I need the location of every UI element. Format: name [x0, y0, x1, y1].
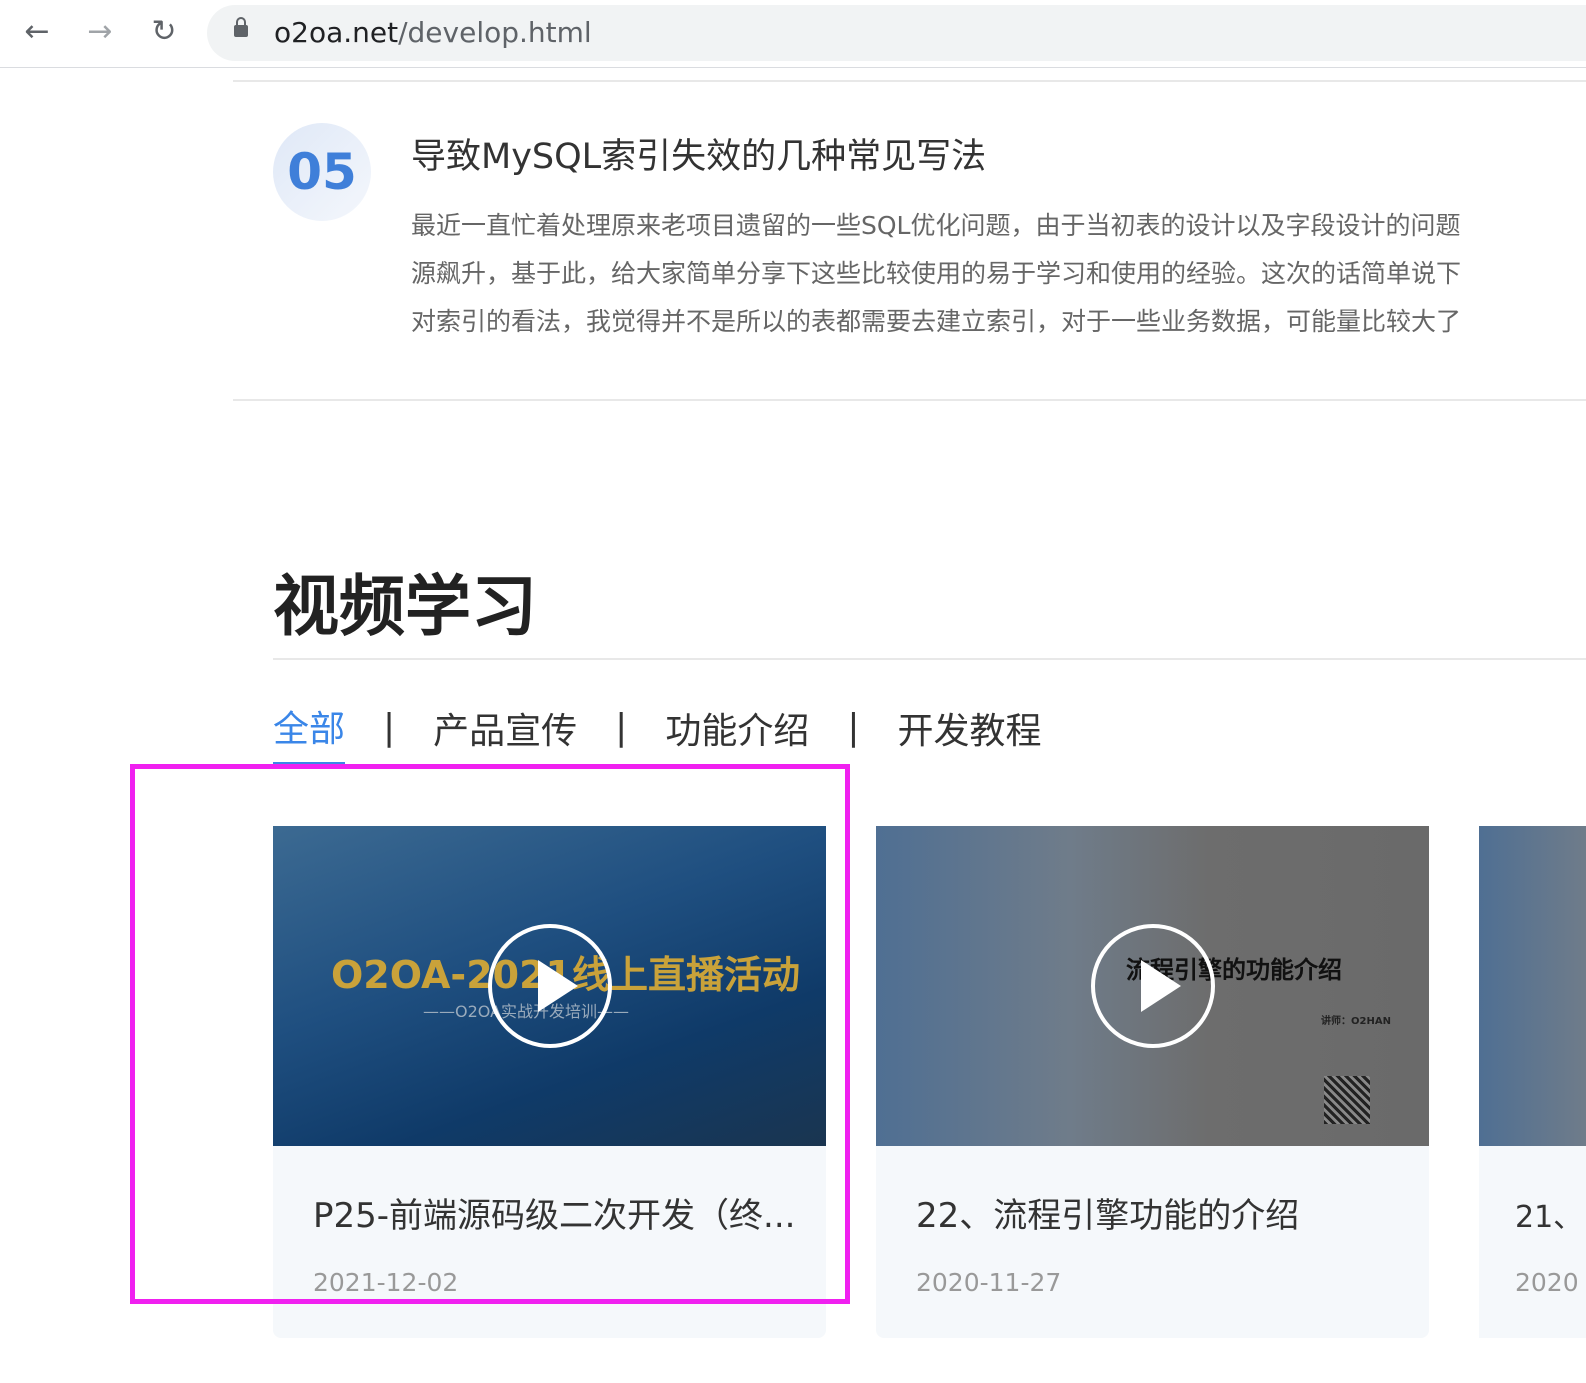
desc-line: 源飙升，基于此，给大家简单分享下这些比较使用的易于学习和使用的经验。这次的话简单… [411, 259, 1462, 288]
video-title[interactable]: 22、流程引擎功能的介绍 [916, 1188, 1299, 1237]
tab-tutorials[interactable]: 开发教程 [897, 702, 1041, 764]
article-title-link[interactable]: 导致MySQL索引失效的几种常见写法 [411, 128, 986, 179]
video-thumbnail[interactable] [1479, 826, 1586, 1146]
tab-separator: | [383, 707, 396, 748]
divider [233, 399, 1586, 401]
url-host: o2oa.net [274, 16, 399, 49]
qr-code-icon [1324, 1076, 1370, 1124]
address-bar[interactable]: o2oa.net/develop.html [207, 5, 1586, 61]
divider [273, 658, 1586, 660]
back-button[interactable]: ← [17, 14, 57, 49]
video-card[interactable]: O2OA-2021线上直播活动 ——O2OA实战开发培训—— P25-前端源码级… [273, 826, 826, 1338]
video-thumbnail[interactable]: 流程引擎的功能介绍 讲师：O2HAN [876, 826, 1429, 1146]
video-title[interactable]: 21、 [1515, 1192, 1583, 1236]
video-tabs: 全部 | 产品宣传 | 功能介绍 | 开发教程 [273, 700, 1041, 765]
forward-button[interactable]: → [80, 14, 120, 49]
tab-promo[interactable]: 产品宣传 [433, 702, 577, 764]
desc-line: 最近一直忙着处理原来老项目遗留的一些SQL优化问题，由于当初表的设计以及字段设计… [411, 211, 1461, 240]
desc-line: 对索引的看法，我觉得并不是所以的表都需要去建立索引，对于一些业务数据，可能量比较… [411, 307, 1462, 336]
article-number-badge: 05 [273, 123, 371, 221]
video-card[interactable]: 21、 2020 [1479, 826, 1586, 1338]
reload-button[interactable]: ↻ [144, 14, 184, 49]
tab-features[interactable]: 功能介绍 [665, 702, 809, 764]
browser-toolbar: ← → ↻ o2oa.net/develop.html [0, 0, 1586, 68]
video-thumbnail[interactable]: O2OA-2021线上直播活动 ——O2OA实战开发培训—— [273, 826, 826, 1146]
play-icon[interactable] [487, 924, 612, 1048]
divider [233, 80, 1586, 82]
video-date: 2021-12-02 [313, 1268, 459, 1297]
tab-separator: | [847, 707, 860, 748]
play-icon[interactable] [1090, 924, 1215, 1048]
article-description: 最近一直忙着处理原来老项目遗留的一些SQL优化问题，由于当初表的设计以及字段设计… [411, 202, 1586, 346]
tab-separator: | [615, 707, 628, 748]
video-card[interactable]: 流程引擎的功能介绍 讲师：O2HAN 22、流程引擎功能的介绍 2020-11-… [876, 826, 1429, 1338]
video-date: 2020-11-27 [916, 1268, 1062, 1297]
url-path: /develop.html [398, 16, 592, 49]
video-title[interactable]: P25-前端源码级二次开发（终... [313, 1188, 795, 1237]
lock-icon [234, 17, 248, 37]
section-title: 视频学习 [273, 568, 537, 645]
thumbnail-subtext: 讲师：O2HAN [1321, 1016, 1391, 1027]
tab-all[interactable]: 全部 [273, 700, 346, 765]
video-date: 2020 [1515, 1268, 1579, 1297]
